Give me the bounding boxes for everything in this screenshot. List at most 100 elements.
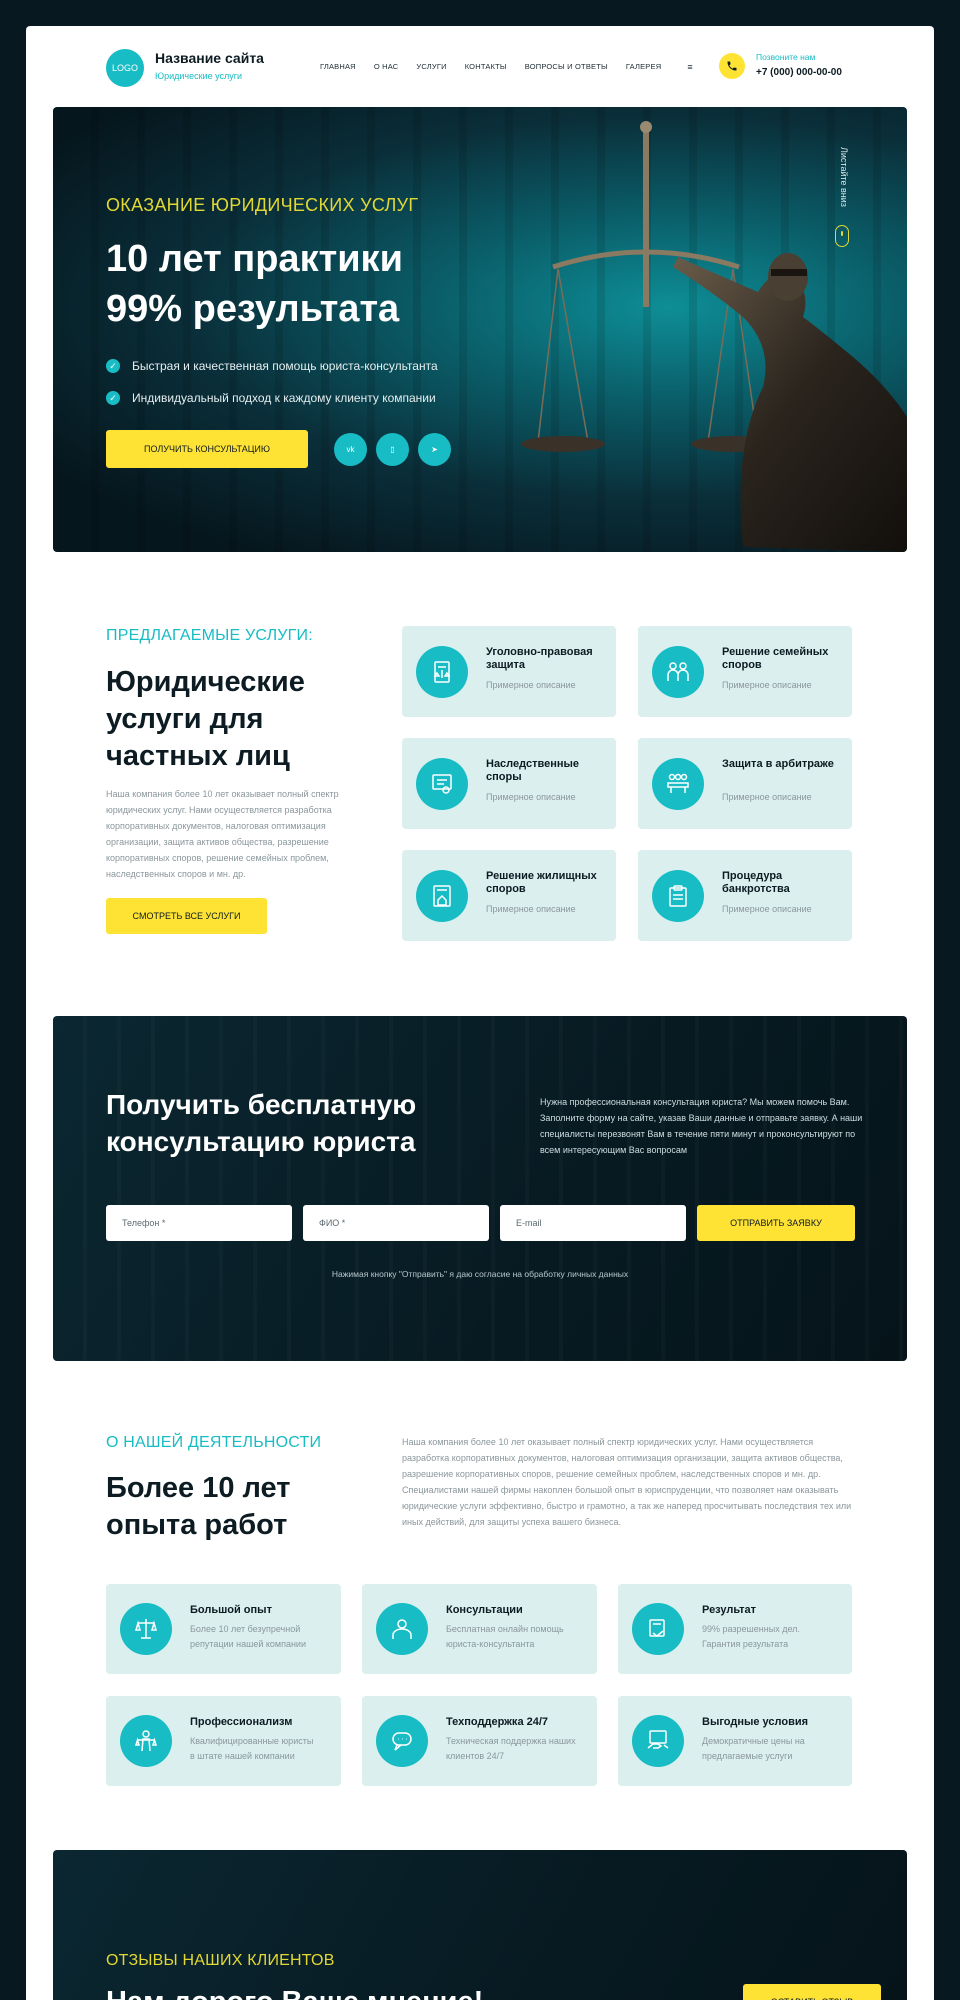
name-field[interactable]: ФИО * xyxy=(303,1205,489,1241)
certificate-icon xyxy=(416,758,468,810)
consultation-form-section: Получить бесплатную консультацию юриста … xyxy=(53,1016,907,1361)
about-title: Более 10 лет опыта работ xyxy=(106,1470,291,1544)
submit-request-button[interactable]: ОТПРАВИТЬ ЗАЯВКУ xyxy=(697,1205,855,1241)
nav-item-about[interactable]: О НАС xyxy=(374,62,399,72)
service-title: Решение семейных споров xyxy=(722,646,829,671)
services-title: Юридические услуги для частных лиц xyxy=(106,664,305,775)
consult-title: Получить бесплатную консультацию юриста xyxy=(106,1086,416,1160)
hero-kicker: ОКАЗАНИЕ ЮРИДИЧЕСКИХ УСЛУГ xyxy=(106,195,419,215)
feature-desc: 99% разрешенных дел. Гарантия результата xyxy=(702,1624,800,1649)
hero-title-line2: 99% результата xyxy=(106,288,400,330)
get-consultation-button[interactable]: ПОЛУЧИТЬ КОНСУЛЬТАЦИЮ xyxy=(106,430,308,468)
feature-desc: Бесплатная онлайн помощь юриста-консульт… xyxy=(446,1624,564,1649)
about-kicker: О НАШЕЙ ДЕЯТЕЛЬНОСТИ xyxy=(106,1434,322,1451)
service-card[interactable]: Уголовно-правовая защита Примерное описа… xyxy=(402,626,616,717)
feature-title: Профессионализм xyxy=(190,1716,293,1728)
reviews-kicker: ОТЗЫВЫ НАШИХ КЛИЕНТОВ xyxy=(106,1952,335,1969)
consult-background xyxy=(53,1016,907,1361)
feature-card: Профессионализм Квалифицированные юристы… xyxy=(106,1696,341,1786)
service-title: Решение жилищных споров xyxy=(486,870,597,895)
service-desc: Примерное описание xyxy=(486,792,576,802)
family-icon xyxy=(652,646,704,698)
phone-icon[interactable] xyxy=(719,53,745,79)
reviews-section: ОТЗЫВЫ НАШИХ КЛИЕНТОВ Нам дорого Ваше мн… xyxy=(53,1850,907,2000)
vk-icon[interactable]: vk xyxy=(334,433,367,466)
feature-title: Выгодные условия xyxy=(702,1716,809,1728)
service-desc: Примерное описание xyxy=(486,904,576,914)
scales-icon xyxy=(120,1603,172,1655)
services-kicker: ПРЕДЛАГАЕМЫЕ УСЛУГИ: xyxy=(106,627,313,644)
hero-bullet-text: Быстрая и качественная помощь юриста-кон… xyxy=(132,359,438,373)
feature-card: Консультации Бесплатная онлайн помощь юр… xyxy=(362,1584,597,1674)
support-icon xyxy=(376,1715,428,1767)
service-desc: Примерное описание xyxy=(722,680,812,690)
page: LOGO Название сайта Юридические услуги Г… xyxy=(26,26,934,2000)
hero-banner: ОКАЗАНИЕ ЮРИДИЧЕСКИХ УСЛУГ 10 лет практи… xyxy=(53,107,907,552)
consult-description: Нужна профессиональная консультация юрис… xyxy=(540,1097,863,1155)
about-description: Наша компания более 10 лет оказывает пол… xyxy=(402,1437,852,1527)
nav-item-contacts[interactable]: КОНТАКТЫ xyxy=(465,62,507,72)
feature-card: Техподдержка 24/7 Техническая поддержка … xyxy=(362,1696,597,1786)
viber-icon[interactable]: ▯ xyxy=(376,433,409,466)
justice-icon xyxy=(120,1715,172,1767)
service-card[interactable]: Наследственные споры Примерное описание xyxy=(402,738,616,829)
reviews-title: Нам дорого Ваше мнение! xyxy=(106,1984,483,2000)
check-icon: ✓ xyxy=(106,359,120,373)
consult-title-line2: консультацию юриста xyxy=(106,1126,416,1157)
header: LOGO Название сайта Юридические услуги Г… xyxy=(26,26,934,108)
about-title-line1: Более 10 лет xyxy=(106,1472,291,1504)
feature-title: Техподдержка 24/7 xyxy=(446,1716,549,1728)
site-subtitle: Юридические услуги xyxy=(155,71,243,81)
service-title: Защита в арбитраже xyxy=(722,758,834,770)
hero-bullet: ✓ Индивидуальный подход к каждому клиент… xyxy=(106,391,436,405)
leave-review-button[interactable]: ОСТАВИТЬ ОТЗЫВ xyxy=(743,1984,881,2000)
nav-item-faq[interactable]: ВОПРОСЫ И ОТВЕТЫ xyxy=(525,62,608,72)
services-title-line2: услуги для xyxy=(106,703,264,735)
service-desc: Примерное описание xyxy=(486,680,576,690)
nav-item-home[interactable]: ГЛАВНАЯ xyxy=(320,62,356,72)
nav-item-gallery[interactable]: ГАЛЕРЕЯ xyxy=(626,62,661,72)
logo[interactable]: LOGO xyxy=(106,49,144,87)
feature-desc: Более 10 лет безупречной репутации нашей… xyxy=(190,1624,306,1649)
service-title: Наследственные споры xyxy=(486,758,580,783)
service-desc: Примерное описание xyxy=(722,904,812,914)
service-card[interactable]: Решение жилищных споров Примерное описан… xyxy=(402,850,616,941)
nav-item-services[interactable]: УСЛУГИ xyxy=(416,62,446,72)
main-nav: ГЛАВНАЯ О НАС УСЛУГИ КОНТАКТЫ ВОПРОСЫ И … xyxy=(320,62,711,72)
telegram-icon[interactable]: ➤ xyxy=(418,433,451,466)
call-label: Позвоните нам xyxy=(756,52,816,62)
consult-title-line1: Получить бесплатную xyxy=(106,1089,417,1120)
service-title: Уголовно-правовая защита xyxy=(486,646,593,671)
hero-bullet: ✓ Быстрая и качественная помощь юриста-к… xyxy=(106,359,438,373)
site-name: Название сайта xyxy=(155,50,264,66)
hero-title-line1: 10 лет практики xyxy=(106,238,403,280)
feature-title: Результат xyxy=(702,1604,757,1616)
house-document-icon xyxy=(416,870,468,922)
service-card[interactable]: Решение семейных споров Примерное описан… xyxy=(638,626,852,717)
menu-icon[interactable]: ≡ xyxy=(687,62,692,72)
phone-number[interactable]: +7 (000) 000-00-00 xyxy=(756,67,842,78)
hero-bullet-text: Индивидуальный подход к каждому клиенту … xyxy=(132,391,436,405)
service-card[interactable]: Защита в арбитраже Примерное описание xyxy=(638,738,852,829)
feature-desc: Квалифицированные юристы в штате нашей к… xyxy=(190,1736,314,1761)
email-field[interactable]: E-mail xyxy=(500,1205,686,1241)
mouse-scroll-icon[interactable] xyxy=(835,225,849,247)
about-title-line2: опыта работ xyxy=(106,1509,288,1541)
feature-title: Консультации xyxy=(446,1604,523,1616)
services-title-line1: Юридические xyxy=(106,666,305,698)
scroll-down-label[interactable]: Листайте вниз xyxy=(839,147,849,207)
services-title-line3: частных лиц xyxy=(106,740,290,772)
clipboard-icon xyxy=(652,870,704,922)
phone-field[interactable]: Телефон * xyxy=(106,1205,292,1241)
services-description: Наша компания более 10 лет оказывает пол… xyxy=(106,789,339,879)
feature-desc: Техническая поддержка наших клиентов 24/… xyxy=(446,1736,576,1761)
feature-card: Большой опыт Более 10 лет безупречной ре… xyxy=(106,1584,341,1674)
service-desc: Примерное описание xyxy=(722,792,812,802)
feature-card: Результат 99% разрешенных дел. Гарантия … xyxy=(618,1584,852,1674)
hero-title: 10 лет практики 99% результата xyxy=(106,234,403,334)
deal-icon xyxy=(632,1715,684,1767)
check-icon: ✓ xyxy=(106,391,120,405)
view-all-services-button[interactable]: СМОТРЕТЬ ВСЕ УСЛУГИ xyxy=(106,898,267,934)
service-card[interactable]: Процедура банкротства Примерное описание xyxy=(638,850,852,941)
scales-document-icon xyxy=(416,646,468,698)
